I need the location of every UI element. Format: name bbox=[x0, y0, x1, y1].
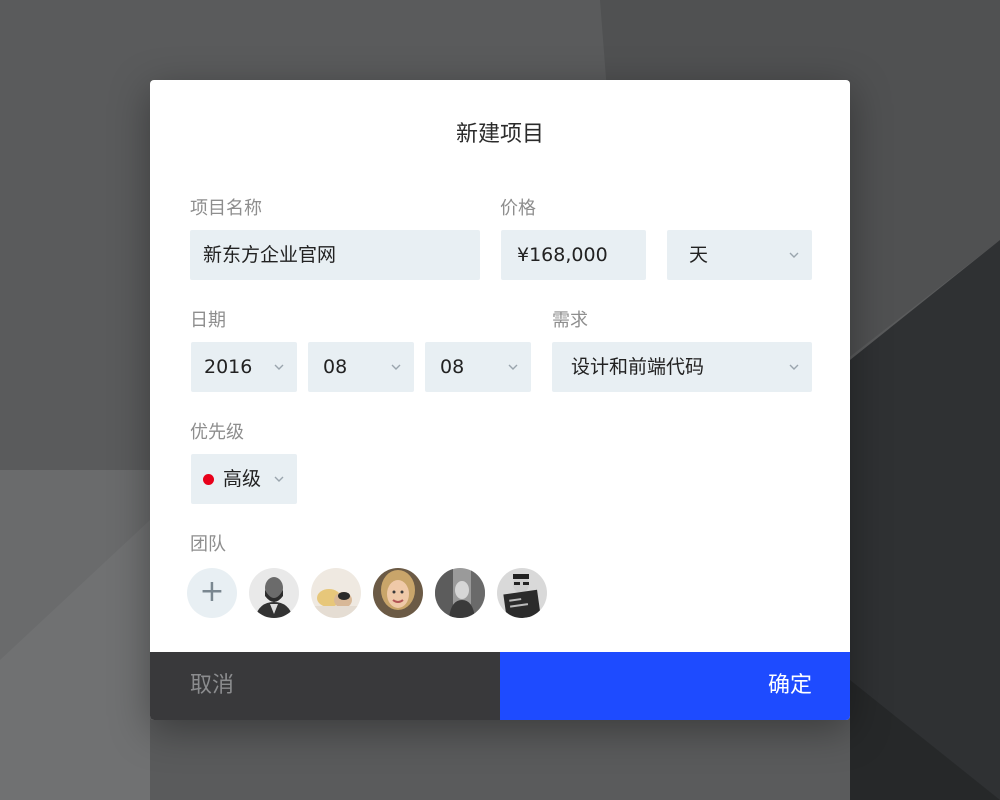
priority-select[interactable]: 高级 bbox=[191, 454, 297, 504]
requirement-value: 设计和前端代码 bbox=[571, 356, 705, 378]
team-member-avatar[interactable] bbox=[373, 568, 423, 618]
date-year-select[interactable]: 2016 bbox=[191, 342, 297, 392]
chevron-down-icon bbox=[789, 364, 799, 370]
priority-dot-icon bbox=[203, 474, 214, 485]
chevron-down-icon bbox=[274, 364, 284, 370]
price-value: ¥168,000 bbox=[517, 244, 608, 266]
avatar-2 bbox=[311, 568, 361, 618]
requirement-label: 需求 bbox=[552, 310, 588, 331]
avatar-5 bbox=[497, 568, 547, 618]
avatar-1 bbox=[249, 568, 299, 618]
cancel-button[interactable]: 取消 bbox=[150, 652, 500, 720]
chevron-down-icon bbox=[274, 476, 284, 482]
team-label: 团队 bbox=[190, 534, 226, 555]
chevron-down-icon bbox=[789, 252, 799, 258]
project-name-label: 项目名称 bbox=[190, 198, 262, 219]
team-member-avatar[interactable] bbox=[497, 568, 547, 618]
dialog-title: 新建项目 bbox=[455, 122, 544, 147]
date-month-select[interactable]: 08 bbox=[308, 342, 414, 392]
date-day-select[interactable]: 08 bbox=[425, 342, 531, 392]
requirement-select[interactable]: 设计和前端代码 bbox=[552, 342, 812, 392]
price-label: 价格 bbox=[500, 198, 536, 219]
cancel-button-label: 取消 bbox=[190, 673, 235, 698]
price-unit-select[interactable]: 天 bbox=[667, 230, 812, 280]
add-member-button[interactable]: + bbox=[187, 568, 237, 618]
project-name-value: 新东方企业官网 bbox=[203, 244, 337, 266]
new-project-dialog: 新建项目 项目名称 新东方企业官网 价格 ¥168,000 天 日期 2016 … bbox=[150, 80, 850, 720]
date-day-value: 08 bbox=[440, 356, 465, 378]
team-member-avatar[interactable] bbox=[249, 568, 299, 618]
avatar-3 bbox=[373, 568, 423, 618]
avatar-4 bbox=[435, 568, 485, 618]
date-year-value: 2016 bbox=[204, 356, 253, 378]
priority-label: 优先级 bbox=[190, 422, 244, 443]
project-name-input[interactable]: 新东方企业官网 bbox=[190, 230, 480, 280]
chevron-down-icon bbox=[508, 364, 518, 370]
priority-value: 高级 bbox=[223, 468, 262, 490]
confirm-button-label: 确定 bbox=[767, 673, 812, 698]
date-month-value: 08 bbox=[323, 356, 348, 378]
price-unit-value: 天 bbox=[689, 244, 709, 266]
confirm-button[interactable]: 确定 bbox=[500, 652, 850, 720]
chevron-down-icon bbox=[391, 364, 401, 370]
price-input[interactable]: ¥168,000 bbox=[501, 230, 646, 280]
date-label: 日期 bbox=[190, 310, 226, 331]
dialog-footer: 取消 确定 bbox=[150, 652, 850, 720]
team-member-avatar[interactable] bbox=[311, 568, 361, 618]
plus-icon: + bbox=[199, 574, 225, 609]
team-member-avatar[interactable] bbox=[435, 568, 485, 618]
